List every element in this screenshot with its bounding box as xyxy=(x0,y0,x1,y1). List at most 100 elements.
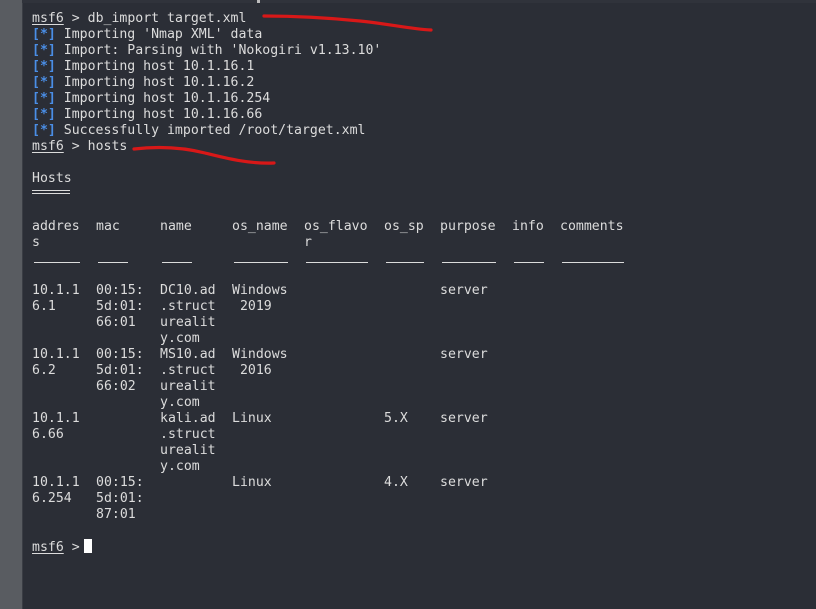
table-cell: 2019 xyxy=(232,299,272,314)
table-cell: 6.254 xyxy=(32,491,72,506)
column-rule xyxy=(234,262,288,263)
table-cell: 6.2 xyxy=(32,363,56,378)
table-cell: 6.66 xyxy=(32,427,64,442)
prompt-arrow: > xyxy=(71,11,80,26)
output-text: Import: Parsing with 'Nokogiri v1.13.10' xyxy=(63,43,382,58)
table-row: y.com xyxy=(32,331,816,347)
table-cell: DC10.ad xyxy=(160,283,216,298)
info-tag: [*] xyxy=(32,43,56,58)
table-cell: MS10.ad xyxy=(160,347,216,362)
column-rule xyxy=(386,262,424,263)
table-cell: server xyxy=(440,475,488,490)
info-tag: [*] xyxy=(32,107,56,122)
column-header: addres xyxy=(32,219,80,234)
column-header: os_name xyxy=(232,219,288,234)
table-cell: 4.X xyxy=(384,475,408,490)
table-cell: 00:15: xyxy=(96,475,144,490)
table-title: Hosts xyxy=(32,171,72,186)
output-line: [*] Importing host 10.1.16.254 xyxy=(32,91,816,107)
table-row: 66:02 urealit xyxy=(32,379,816,395)
table-cell: 5d:01: xyxy=(96,299,144,314)
column-header: r xyxy=(304,235,312,250)
output-text: Importing 'Nmap XML' data xyxy=(63,27,263,42)
info-tag: [*] xyxy=(32,59,56,74)
prompt-label: msf6 xyxy=(32,11,64,26)
hosts-table: addres mac name os_name os_flavo os_sp purpose… xyxy=(32,219,816,523)
column-header: s xyxy=(32,235,40,250)
terminal-window[interactable]: msf6 > db_import target.xml [*] Importin… xyxy=(32,11,816,555)
table-header-row: addres mac name os_name os_flavo os_sp purpose… xyxy=(32,219,816,235)
table-row: 10.1.1 00:15: Linux 4.X server xyxy=(32,475,816,491)
table-cell: Linux xyxy=(232,411,272,426)
table-cell: .struct xyxy=(160,363,216,378)
table-cell: .struct xyxy=(160,427,216,442)
output-text: Importing host 10.1.16.254 xyxy=(63,91,271,106)
table-row: 87:01 xyxy=(32,507,816,523)
column-rule xyxy=(562,262,624,263)
table-row: 10.1.1 kali.ad Linux 5.X server xyxy=(32,411,816,427)
output-line: [*] Importing host 10.1.16.2 xyxy=(32,75,816,91)
command-text: db_import target.xml xyxy=(87,11,247,26)
info-tag: [*] xyxy=(32,123,56,138)
table-cell: 5.X xyxy=(384,411,408,426)
table-cell: 6.1 xyxy=(32,299,56,314)
output-line: [*] Importing host 10.1.16.66 xyxy=(32,107,816,123)
column-header: os_flavo xyxy=(304,219,368,234)
output-text: Importing host 10.1.16.2 xyxy=(63,75,255,90)
output-text: Importing host 10.1.16.1 xyxy=(63,59,255,74)
column-rule xyxy=(34,262,80,263)
table-row: 10.1.1 00:15: MS10.ad Windows server xyxy=(32,347,816,363)
table-row: 66:01 urealit xyxy=(32,315,816,331)
top-scroll-mark xyxy=(257,0,260,3)
info-tag: [*] xyxy=(32,91,56,106)
table-row: 6.2 5d:01: .struct 2016 xyxy=(32,363,816,379)
table-cell: y.com xyxy=(160,459,200,474)
info-tag: [*] xyxy=(32,75,56,90)
table-cell: 00:15: xyxy=(96,283,144,298)
column-rule xyxy=(98,262,128,263)
table-cell: 5d:01: xyxy=(96,491,144,506)
output-line: [*] Importing host 10.1.16.1 xyxy=(32,59,816,75)
cursor-block xyxy=(83,539,92,553)
column-header: info xyxy=(512,219,544,234)
table-cell: 87:01 xyxy=(96,507,136,522)
prompt-label: msf6 xyxy=(32,139,64,154)
table-row: urealit xyxy=(32,443,816,459)
command-line-2: msf6 > hosts xyxy=(32,139,816,155)
column-rule xyxy=(162,262,192,263)
table-cell: urealit xyxy=(160,315,216,330)
table-row: 6.254 5d:01: xyxy=(32,491,816,507)
table-row: y.com xyxy=(32,395,816,411)
table-cell: Windows xyxy=(232,347,288,362)
table-cell: 2016 xyxy=(232,363,272,378)
table-row: y.com xyxy=(32,459,816,475)
column-rule xyxy=(306,262,368,263)
info-tag: [*] xyxy=(32,27,56,42)
prompt-arrow: > xyxy=(71,139,80,154)
column-header: comments xyxy=(560,219,624,234)
table-cell: urealit xyxy=(160,379,216,394)
column-header: mac xyxy=(96,219,120,234)
table-cell: 66:02 xyxy=(96,379,136,394)
left-gutter xyxy=(0,0,23,609)
title-underline-top xyxy=(32,190,70,191)
top-scroll-edge xyxy=(22,0,816,3)
output-line: [*] Successfully imported /root/target.x… xyxy=(32,123,816,139)
table-cell: server xyxy=(440,411,488,426)
column-rule xyxy=(514,262,544,263)
column-header: os_sp xyxy=(384,219,424,234)
table-cell: 00:15: xyxy=(96,347,144,362)
table-cell: server xyxy=(440,347,488,362)
command-line-3[interactable]: msf6 > xyxy=(32,539,816,555)
table-cell: 10.1.1 xyxy=(32,283,80,298)
column-rule xyxy=(442,262,496,263)
table-cell: 10.1.1 xyxy=(32,347,80,362)
table-title-underline xyxy=(32,187,816,203)
table-header-rule xyxy=(32,251,816,267)
table-cell: 10.1.1 xyxy=(32,411,80,426)
command-line-1: msf6 > db_import target.xml xyxy=(32,11,816,27)
table-cell: Windows xyxy=(232,283,288,298)
